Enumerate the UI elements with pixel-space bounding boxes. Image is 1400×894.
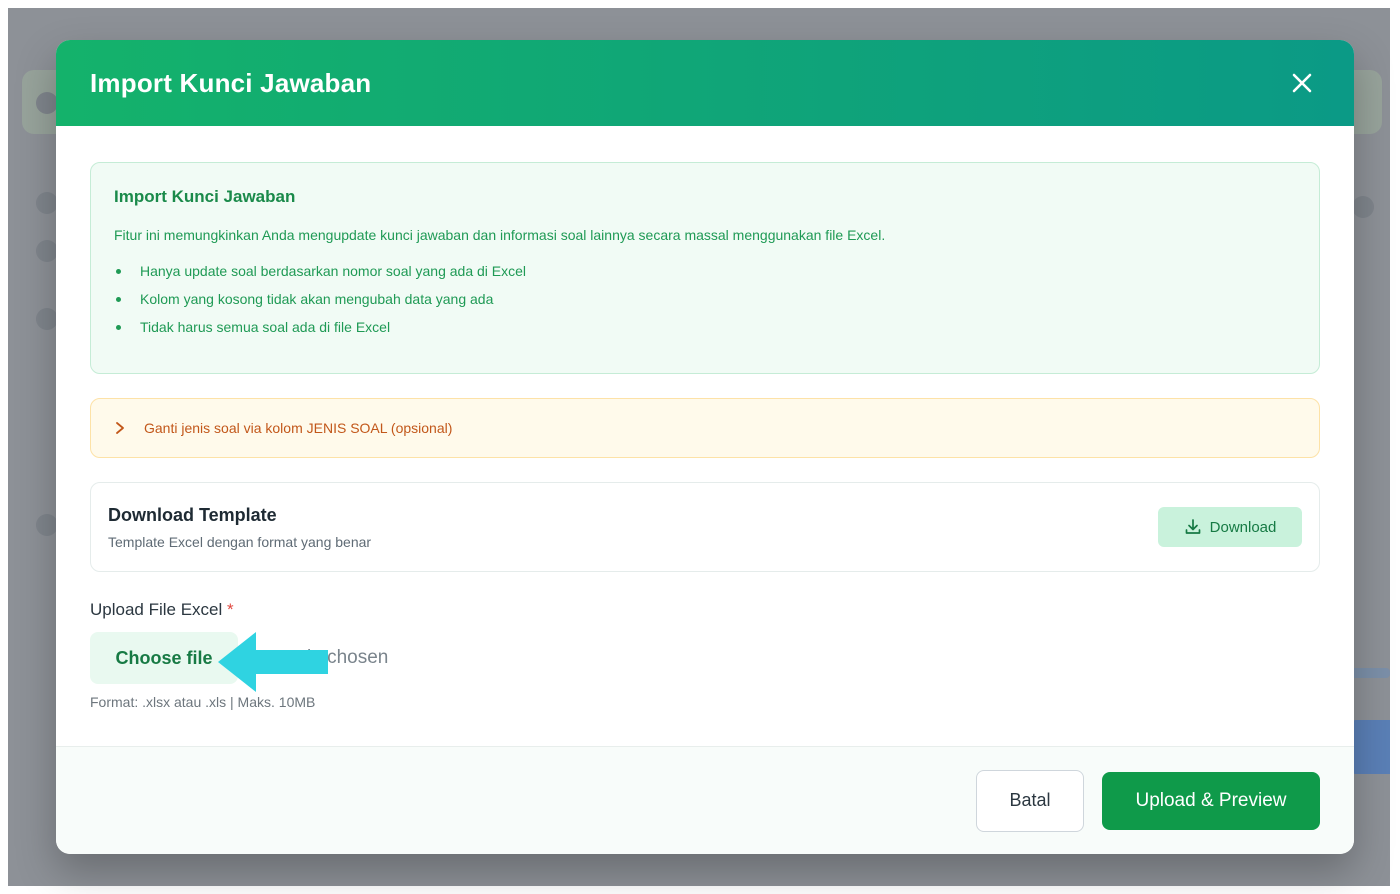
template-title: Download Template [108, 504, 277, 525]
bullet-icon [116, 296, 121, 302]
required-mark: * [227, 600, 234, 619]
info-title: Import Kunci Jawaban [114, 187, 296, 206]
template-description: Template Excel dengan format yang benar [108, 533, 372, 550]
upload-label-text: Upload File Excel [90, 600, 223, 619]
background-dot [36, 92, 58, 114]
info-item-text: Tidak harus semua soal ada di file Excel [140, 319, 391, 335]
jenis-soal-accordion[interactable]: Ganti jenis soal via kolom JENIS SOAL (o… [90, 398, 1320, 458]
template-info: Download Template Template Excel dengan … [108, 505, 371, 550]
info-list-item: Hanya update soal berdasarkan nomor soal… [114, 263, 1296, 279]
file-input[interactable]: Choose file le chosen [90, 632, 1320, 692]
bullet-icon [116, 268, 121, 274]
info-item-text: Hanya update soal berdasarkan nomor soal… [140, 263, 527, 279]
upload-preview-button[interactable]: Upload & Preview [1102, 771, 1320, 830]
modal-title: Import Kunci Jawaban [90, 67, 372, 98]
info-list-item: Tidak harus semua soal ada di file Excel [114, 319, 1296, 335]
background-button [1350, 720, 1390, 774]
background-dot [36, 308, 58, 330]
cancel-button[interactable]: Batal [976, 769, 1084, 832]
pointer-arrow-icon [218, 632, 328, 692]
upload-label: Upload File Excel * [90, 600, 1320, 620]
modal-footer: Batal Upload & Preview [56, 746, 1354, 854]
background-dot [1352, 196, 1374, 218]
modal-header: Import Kunci Jawaban [56, 40, 1354, 126]
chevron-right-icon [116, 422, 124, 434]
background-bar [1350, 668, 1390, 678]
download-label: Download [1209, 518, 1277, 536]
background-dot [36, 240, 58, 262]
info-list-item: Kolom yang kosong tidak akan mengubah da… [114, 291, 1296, 307]
modal-body: Import Kunci Jawaban Fitur ini memungkin… [56, 126, 1354, 746]
accordion-label: Ganti jenis soal via kolom JENIS SOAL (o… [144, 420, 453, 436]
download-icon [1185, 519, 1200, 534]
info-description: Fitur ini memungkinkan Anda mengupdate k… [114, 227, 886, 243]
format-hint: Format: .xlsx atau .xls | Maks. 10MB [90, 694, 316, 710]
download-button[interactable]: Download [1158, 507, 1302, 547]
close-button[interactable] [1284, 65, 1320, 101]
import-modal: Import Kunci Jawaban Import Kunci Jawaba… [56, 40, 1354, 854]
background-dot [36, 514, 58, 536]
info-list: Hanya update soal berdasarkan nomor soal… [114, 263, 1296, 335]
info-item-text: Kolom yang kosong tidak akan mengubah da… [140, 291, 494, 307]
info-box: Import Kunci Jawaban Fitur ini memungkin… [90, 162, 1320, 374]
background-dot [36, 192, 58, 214]
bullet-icon [116, 324, 121, 330]
close-icon [1292, 73, 1312, 93]
download-template-card: Download Template Template Excel dengan … [90, 482, 1320, 572]
